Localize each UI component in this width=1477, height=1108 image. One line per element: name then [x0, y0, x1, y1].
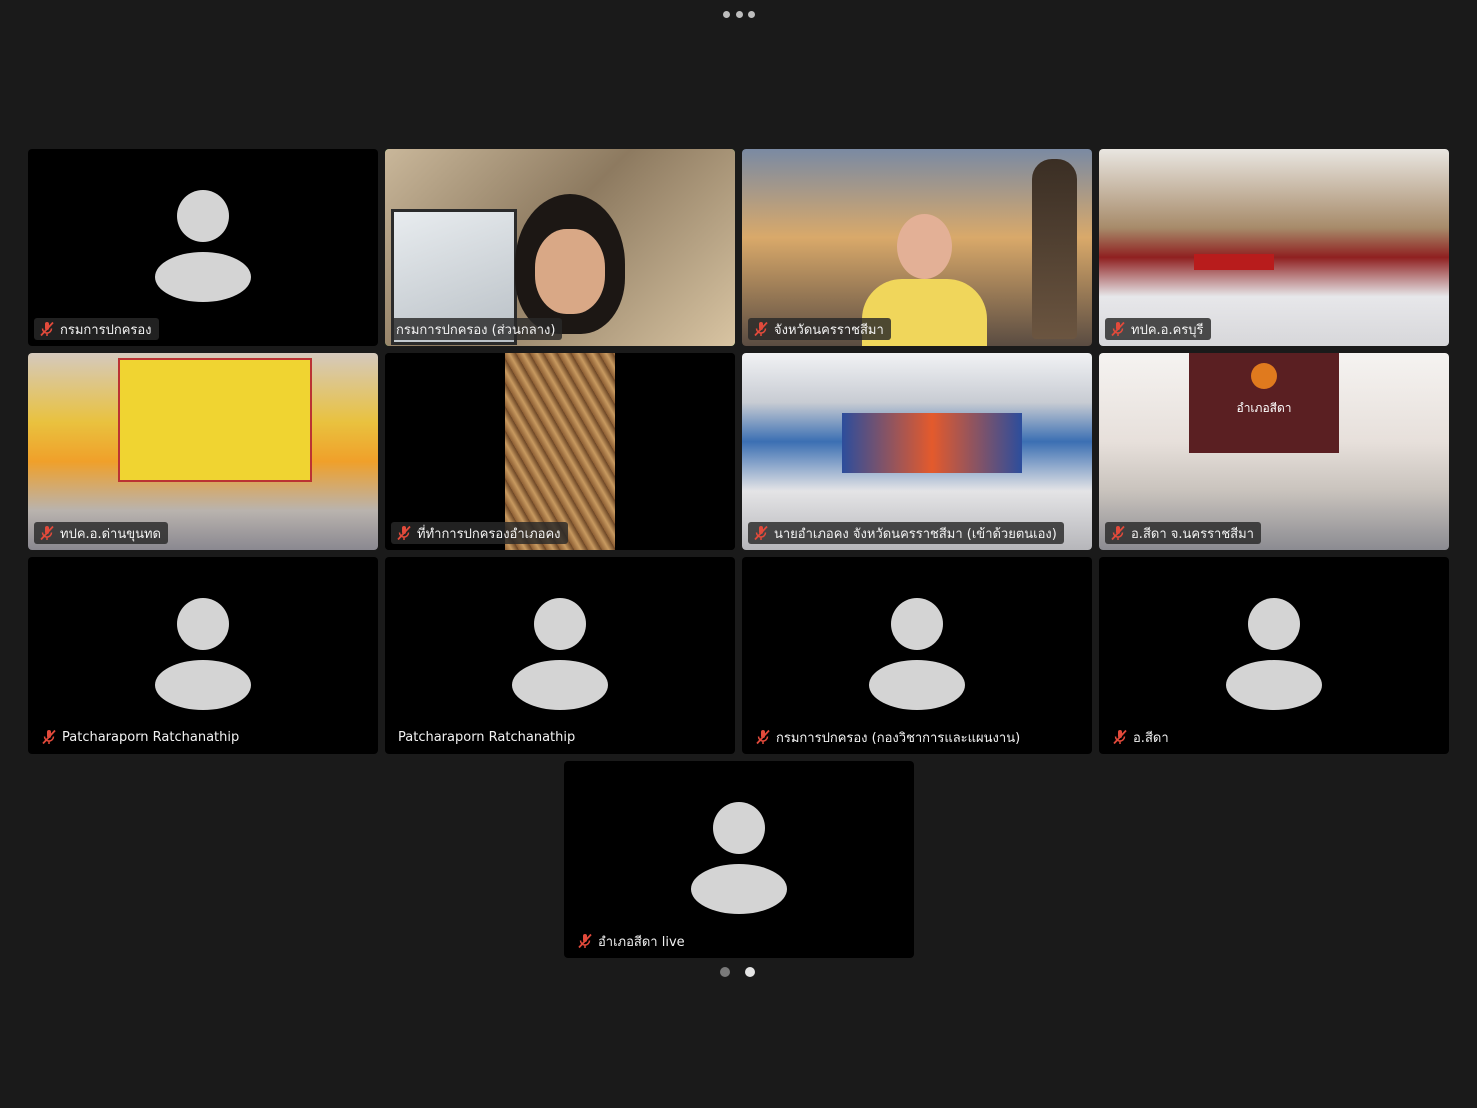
avatar-placeholder-icon — [155, 598, 251, 710]
mic-muted-icon — [1111, 321, 1125, 337]
avatar-placeholder-icon — [869, 598, 965, 710]
participant-name: Patcharaporn Ratchanathip — [398, 729, 576, 745]
participant-tile[interactable]: อ.สีดา — [1099, 557, 1449, 754]
more-dot — [735, 10, 743, 18]
participant-tile[interactable]: กรมการปกครอง — [28, 149, 378, 346]
participant-name-label: ทปค.อ.ครบุรี — [1105, 318, 1211, 340]
mic-muted-icon — [1111, 525, 1125, 541]
participant-name: ทปค.อ.ครบุรี — [1131, 322, 1204, 338]
page-indicator — [720, 967, 755, 977]
participant-tile[interactable]: Patcharaporn Ratchanathip — [28, 557, 378, 754]
participant-video — [742, 353, 1092, 550]
participant-name-label: นายอำเภอคง จังหวัดนครราชสีมา (เข้าด้วยตน… — [748, 522, 1064, 544]
participant-name-label: อำเภอสีดา live — [572, 930, 692, 952]
participant-name: ที่ทำการปกครองอำเภอคง — [417, 526, 561, 542]
participant-tile[interactable]: กรมการปกครอง (กองวิชาการและแผนงาน) — [742, 557, 1092, 754]
more-dot — [748, 10, 755, 18]
more-dot — [723, 10, 730, 18]
mic-muted-icon — [40, 525, 54, 541]
participant-name: กรมการปกครอง (กองวิชาการและแผนงาน) — [776, 730, 1021, 746]
avatar-placeholder-icon — [512, 598, 608, 710]
participant-name-label: ที่ทำการปกครองอำเภอคง — [391, 522, 568, 544]
mic-muted-icon — [578, 933, 592, 949]
avatar-placeholder-icon — [155, 190, 251, 302]
participant-name-label: กรมการปกครอง (ส่วนกลาง) — [391, 318, 563, 340]
participant-tile-active-speaker[interactable]: กรมการปกครอง (ส่วนกลาง) — [385, 149, 735, 346]
participant-name: กรมการปกครอง — [60, 322, 152, 338]
participant-tile[interactable]: Patcharaporn Ratchanathip — [385, 557, 735, 754]
participant-tile[interactable]: อำเภอสีดา live — [564, 761, 914, 958]
participant-name: Patcharaporn Ratchanathip — [62, 729, 240, 745]
mic-muted-icon — [756, 729, 770, 745]
participant-name: นายอำเภอคง จังหวัดนครราชสีมา (เข้าด้วยตน… — [774, 526, 1057, 542]
participant-video: อำเภอสีดา — [1099, 353, 1449, 550]
mic-muted-icon — [40, 321, 54, 337]
participant-video — [28, 353, 378, 550]
participant-name-label: จังหวัดนครราชสีมา — [748, 318, 891, 340]
participant-name-label: Patcharaporn Ratchanathip — [36, 726, 246, 748]
participant-name-label: Patcharaporn Ratchanathip — [393, 726, 582, 748]
participant-tile[interactable]: ที่ทำการปกครองอำเภอคง — [385, 353, 735, 550]
participant-video — [1099, 149, 1449, 346]
participant-name: กรมการปกครอง (ส่วนกลาง) — [396, 322, 556, 338]
participant-name: ทปค.อ.ด่านขุนทด — [60, 526, 162, 542]
participant-name-label: อ.สีดา — [1107, 726, 1176, 748]
participant-video — [385, 353, 735, 550]
mic-muted-icon — [754, 525, 768, 541]
participant-tile[interactable]: ทปค.อ.ครบุรี — [1099, 149, 1449, 346]
avatar-placeholder-icon — [1226, 598, 1322, 710]
page-dot-2-current[interactable] — [745, 967, 755, 977]
participant-name-label: ทปค.อ.ด่านขุนทด — [34, 522, 169, 544]
participant-name: จังหวัดนครราชสีมา — [774, 322, 884, 338]
page-dot-1[interactable] — [720, 967, 730, 977]
participant-tile[interactable]: จังหวัดนครราชสีมา — [742, 149, 1092, 346]
mic-muted-icon — [397, 525, 411, 541]
participant-tile[interactable]: นายอำเภอคง จังหวัดนครราชสีมา (เข้าด้วยตน… — [742, 353, 1092, 550]
office-sign: อำเภอสีดา — [1189, 353, 1339, 453]
more-options-button[interactable] — [723, 8, 755, 20]
mic-muted-icon — [42, 729, 56, 745]
mic-muted-icon — [754, 321, 768, 337]
participant-name-label: กรมการปกครอง — [34, 318, 159, 340]
participant-tile[interactable]: อำเภอสีดา อ.สีดา จ.นครราชสีมา — [1099, 353, 1449, 550]
participant-name: อ.สีดา — [1133, 730, 1169, 746]
participant-video — [742, 149, 1092, 346]
participant-name-label: อ.สีดา จ.นครราชสีมา — [1105, 522, 1261, 544]
mic-muted-icon — [1113, 729, 1127, 745]
participant-name: อ.สีดา จ.นครราชสีมา — [1131, 526, 1254, 542]
avatar-placeholder-icon — [691, 802, 787, 914]
participant-name: อำเภอสีดา live — [598, 934, 685, 950]
participant-video — [385, 149, 735, 346]
participant-name-label: กรมการปกครอง (กองวิชาการและแผนงาน) — [750, 726, 1027, 748]
participant-tile[interactable]: ทปค.อ.ด่านขุนทด — [28, 353, 378, 550]
